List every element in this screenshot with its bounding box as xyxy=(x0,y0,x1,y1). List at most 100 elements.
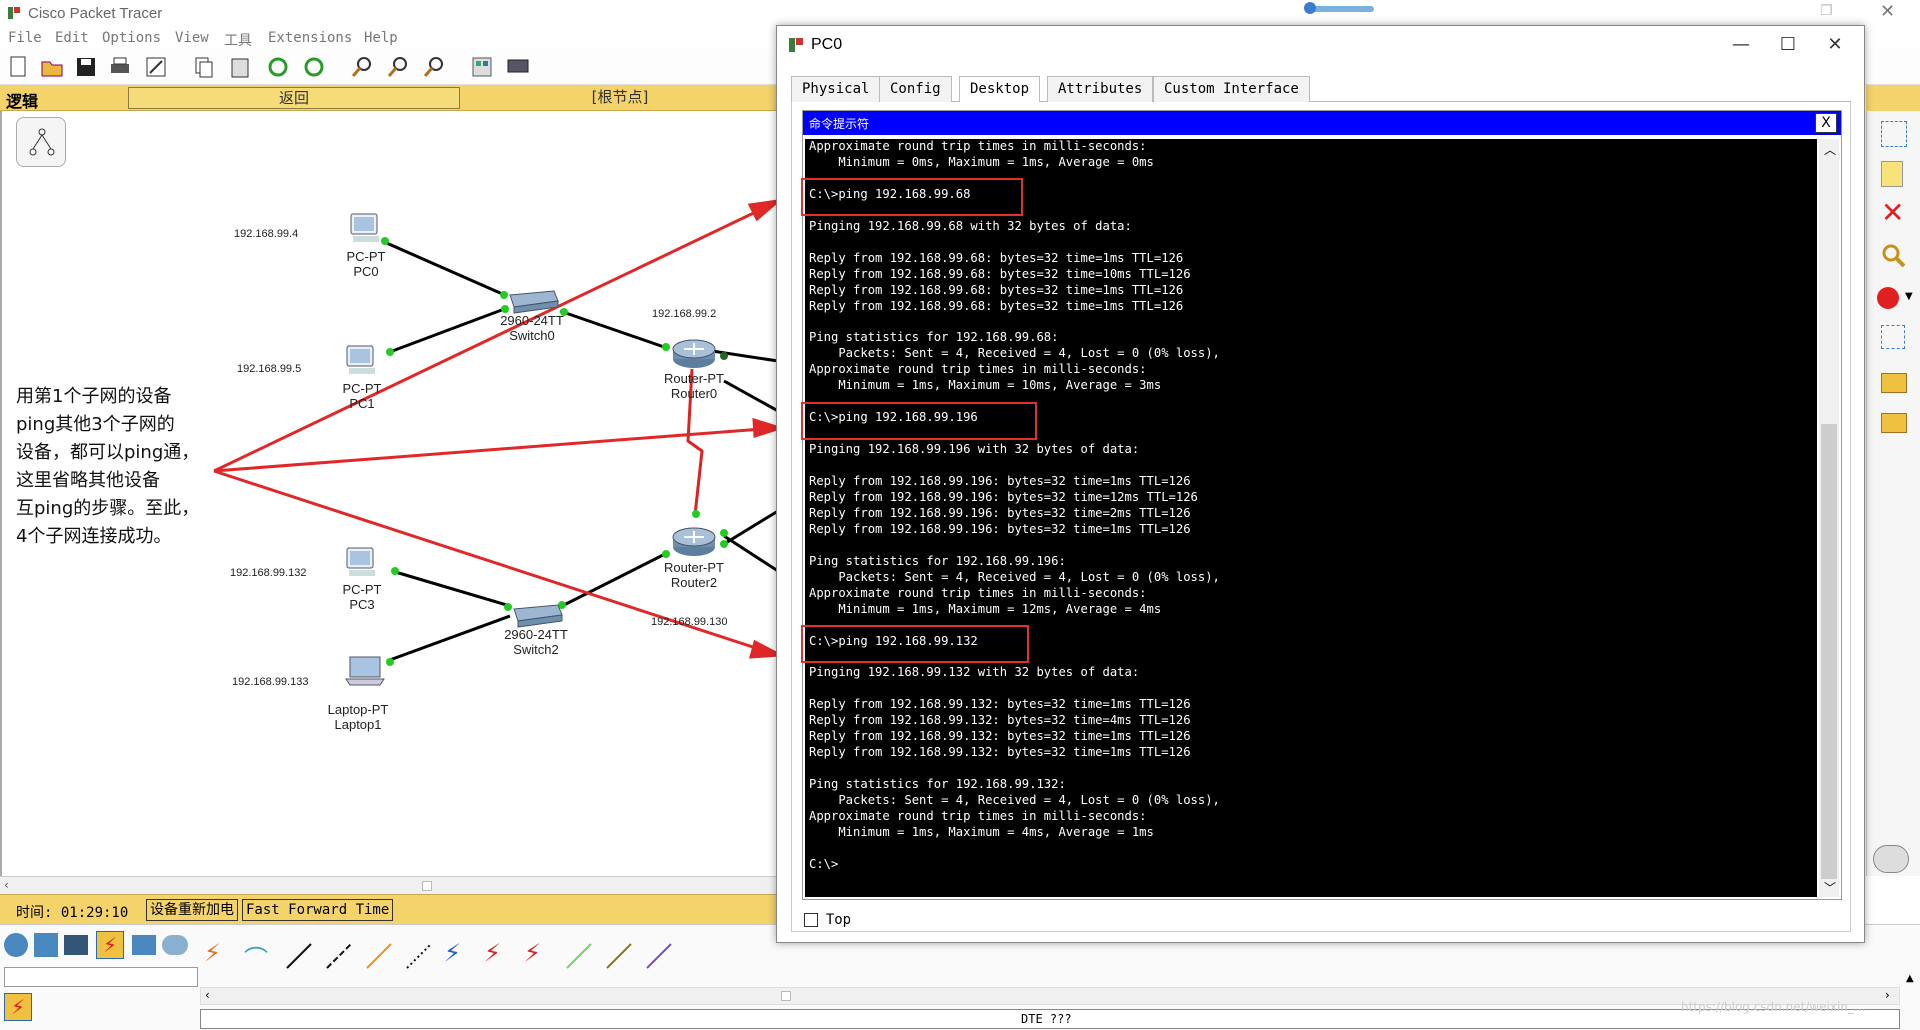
router2-device[interactable] xyxy=(670,525,718,559)
inspect-tool-icon[interactable] xyxy=(1881,243,1907,269)
iot-cable-icon[interactable] xyxy=(604,941,634,971)
chevron-down-icon[interactable]: ▼ xyxy=(1905,291,1913,302)
fast-forward-button[interactable]: Fast Forward Time xyxy=(242,899,394,921)
auto-connection-icon[interactable]: ⚡ xyxy=(4,993,32,1021)
top-checkbox-box[interactable] xyxy=(804,913,818,927)
zoom-slider[interactable] xyxy=(1304,2,1374,14)
fiber-cable-icon[interactable] xyxy=(364,941,394,971)
desktop-panel: 命令提示符 X Approximate round trip times in … xyxy=(791,102,1851,932)
usb-cable-icon[interactable] xyxy=(644,941,674,971)
logical-workspace[interactable]: PC-PT PC0 192.168.99.4 PC-PT PC1 192.168… xyxy=(0,111,778,876)
command-prompt-close-button[interactable]: X xyxy=(1815,113,1837,133)
select-tool-icon[interactable] xyxy=(1881,121,1907,147)
scroll-thumb[interactable] xyxy=(781,991,791,1001)
phone-cable-icon[interactable] xyxy=(404,941,434,971)
tab-desktop[interactable]: Desktop xyxy=(959,76,1041,103)
zoom-out-icon[interactable] xyxy=(422,55,446,79)
minimize-icon[interactable]: — xyxy=(1718,30,1764,60)
device-list-scrollbar[interactable]: ‹ › xyxy=(200,987,1900,1005)
main-restore-icon[interactable]: ❐ xyxy=(1820,3,1840,23)
router0-type-label: Router-PT xyxy=(664,371,724,386)
zoom-reset-icon[interactable] xyxy=(386,55,410,79)
chevron-down-icon[interactable]: ▲ xyxy=(1906,973,1914,984)
switch2-device[interactable] xyxy=(506,601,566,629)
scroll-down-icon[interactable]: ﹀ xyxy=(1824,879,1836,896)
octal-cable-icon[interactable] xyxy=(564,941,594,971)
app-title: Cisco Packet Tracer xyxy=(28,5,163,22)
menu-view[interactable]: View xyxy=(175,30,209,46)
terminal-output[interactable]: Approximate round trip times in milli-se… xyxy=(805,139,1817,897)
network-devices-icon[interactable] xyxy=(4,933,28,957)
pc0-type-label: PC-PT xyxy=(346,249,386,264)
palette-icon[interactable] xyxy=(470,55,494,79)
laptop1-device[interactable] xyxy=(344,655,386,687)
terminal-scrollbar[interactable]: ︿ ﹀ xyxy=(1819,139,1839,897)
print-icon[interactable] xyxy=(108,55,132,79)
serial-dte-cable-icon[interactable]: ⚡ xyxy=(524,939,541,967)
straight-cable-icon[interactable] xyxy=(284,941,314,971)
note-tool-icon[interactable] xyxy=(1881,161,1903,187)
switch0-device[interactable] xyxy=(502,287,562,315)
scroll-left-icon[interactable]: ‹ xyxy=(205,988,210,1002)
right-yellow-bar xyxy=(1866,85,1920,111)
auto-cable-icon[interactable]: ⚡ xyxy=(204,939,221,967)
activity-wizard-icon[interactable] xyxy=(144,55,168,79)
scroll-left-icon[interactable]: ‹ xyxy=(4,878,9,892)
main-close-icon[interactable]: ✕ xyxy=(1880,1,1900,22)
components-icon[interactable] xyxy=(64,935,88,955)
zoom-in-icon[interactable] xyxy=(350,55,374,79)
tab-physical[interactable]: Physical xyxy=(791,76,881,102)
tab-custom-interface[interactable]: Custom Interface xyxy=(1153,76,1310,102)
pc3-type-label: PC-PT xyxy=(342,582,382,597)
connections-category-icon[interactable]: ⚡ xyxy=(96,931,124,959)
canvas-horizontal-scrollbar[interactable]: ‹ xyxy=(0,876,776,894)
scroll-thumb[interactable] xyxy=(1821,424,1837,879)
open-folder-icon[interactable] xyxy=(40,55,64,79)
device-search-box[interactable] xyxy=(4,967,198,987)
top-checkbox-label: Top xyxy=(825,912,852,928)
new-file-icon[interactable] xyxy=(6,55,30,79)
multiuser-icon[interactable] xyxy=(162,935,188,955)
misc-devices-icon[interactable] xyxy=(132,935,156,955)
connection-info-label: DTE ??? xyxy=(1021,1012,1072,1026)
maximize-icon[interactable]: ☐ xyxy=(1765,30,1811,60)
back-button[interactable]: 返回 xyxy=(128,87,460,109)
realtime-mode-icon[interactable] xyxy=(1873,845,1909,873)
scroll-up-icon[interactable]: ︿ xyxy=(1824,141,1836,158)
serial-dce-cable-icon[interactable]: ⚡ xyxy=(484,939,501,967)
add-complex-pdu-icon[interactable] xyxy=(1881,413,1907,433)
menu-tools[interactable]: 工具 xyxy=(224,30,252,50)
menu-extensions[interactable]: Extensions xyxy=(268,30,352,46)
tab-attributes[interactable]: Attributes xyxy=(1047,76,1154,102)
console-cable-icon[interactable]: ⌒ xyxy=(244,939,268,974)
delete-tool-icon[interactable]: ✕ xyxy=(1881,199,1904,227)
pc0-device[interactable] xyxy=(348,211,384,245)
laptop1-type-label: Laptop-PT xyxy=(327,702,389,717)
pc1-device[interactable] xyxy=(344,343,380,377)
redo-icon[interactable] xyxy=(302,55,326,79)
custom-device-icon[interactable] xyxy=(506,55,530,79)
copy-icon[interactable] xyxy=(192,55,216,79)
tab-config[interactable]: Config xyxy=(879,76,952,102)
menu-file[interactable]: File xyxy=(8,30,42,46)
crossover-cable-icon[interactable] xyxy=(324,941,354,971)
add-simple-pdu-icon[interactable] xyxy=(1881,373,1907,393)
draw-shape-icon[interactable] xyxy=(1877,287,1899,309)
menu-options[interactable]: Options xyxy=(102,30,161,46)
router0-device[interactable] xyxy=(670,337,718,371)
menu-help[interactable]: Help xyxy=(364,30,398,46)
scroll-thumb[interactable] xyxy=(422,881,432,891)
command-prompt-title-bar: 命令提示符 X xyxy=(803,111,1841,135)
menu-edit[interactable]: Edit xyxy=(55,30,89,46)
power-cycle-button[interactable]: 设备重新加电 xyxy=(146,899,238,921)
pc3-device[interactable] xyxy=(344,545,380,579)
end-devices-icon[interactable] xyxy=(34,933,58,957)
save-icon[interactable] xyxy=(74,55,98,79)
close-icon[interactable]: ✕ xyxy=(1812,30,1858,60)
top-checkbox[interactable]: Top xyxy=(804,912,851,928)
resize-tool-icon[interactable] xyxy=(1881,325,1905,349)
paste-icon[interactable] xyxy=(228,55,252,79)
coaxial-cable-icon[interactable]: ⚡ xyxy=(444,939,461,967)
undo-icon[interactable] xyxy=(266,55,290,79)
scroll-right-icon[interactable]: › xyxy=(1885,988,1890,1002)
